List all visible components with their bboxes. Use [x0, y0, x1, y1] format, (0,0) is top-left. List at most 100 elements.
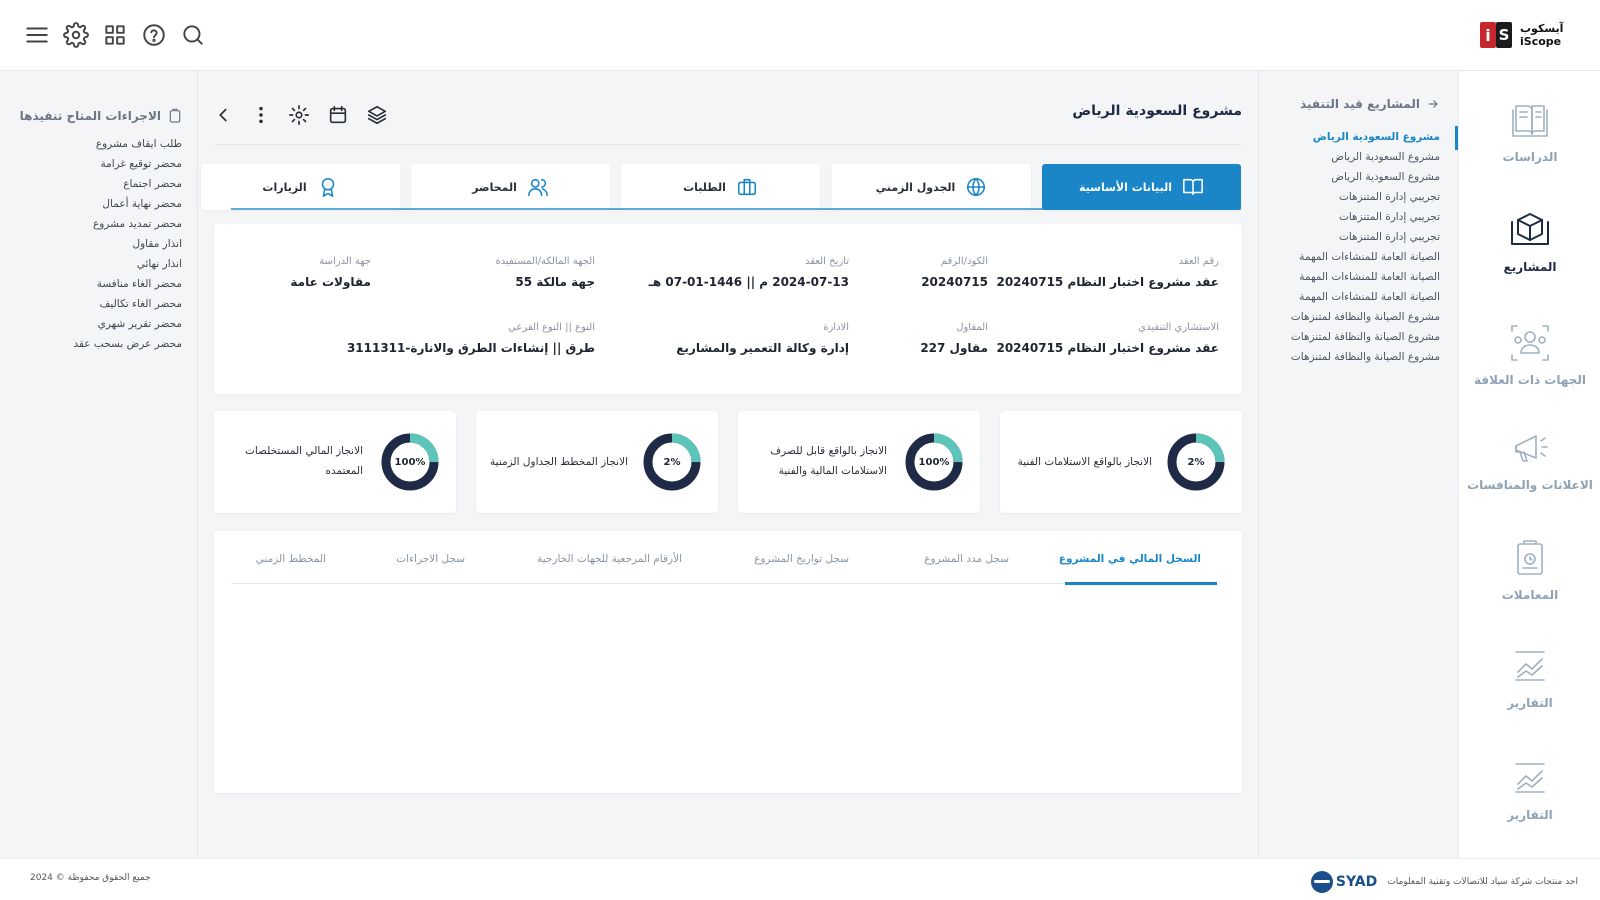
project-item[interactable]: مشروع الصيانة والنظافة لمتنزهات [1260, 327, 1440, 347]
rail-item-tenders[interactable]: الاعلانات والمنافسات [1459, 426, 1600, 492]
rail-item-reports[interactable]: التقارير [1459, 644, 1600, 710]
briefcase-icon [737, 178, 756, 196]
stat-label-line: الاستلامات المالية والفنية [778, 465, 887, 477]
field-label: الادارة [823, 322, 849, 333]
action-item[interactable]: طلب ايقاف مشروع [73, 138, 182, 158]
rail-item-studies[interactable]: الدراسات [1459, 98, 1600, 164]
footer-copyright: جميع الحقوق محفوظة © 2024 [30, 873, 151, 883]
field-value: 20240715 [921, 275, 988, 289]
log-tab-active-indicator [1065, 582, 1217, 585]
project-item[interactable]: تجريبي إدارة المتنزهات [1260, 227, 1440, 247]
field-value: مقاول 227 [920, 341, 988, 355]
arrow-right-icon [1428, 100, 1438, 108]
settings-gear-icon[interactable] [288, 104, 312, 128]
field-code: الكود/الرقم 20240715 [921, 256, 988, 289]
tabs-underline [231, 208, 1241, 210]
tab-schedule[interactable]: الجدول الزمني [832, 164, 1031, 210]
project-item[interactable]: مشروع الصيانة والنظافة لمتنزهات [1260, 307, 1440, 327]
project-item[interactable]: الصيانة العامة للمنشاءات المهمة [1260, 247, 1440, 267]
stat-label: الانجاز المخطط الجداول الزمنية [490, 456, 628, 468]
action-item[interactable]: محضر عرض بسحب عقد [73, 338, 182, 358]
actions-panel-title: الاجراءات المتاح تنفيذها [20, 108, 183, 124]
rail-label: الجهات ذات العلاقة [1473, 373, 1587, 387]
action-item[interactable]: محضر توقيع غرامة [73, 158, 182, 178]
field-label: الاستشاري التنفيذي [1138, 322, 1219, 333]
gear-icon[interactable] [63, 22, 89, 48]
award-icon [321, 177, 334, 197]
project-item[interactable]: مشروع السعودية الرياض [1260, 147, 1440, 167]
tab-minutes[interactable]: المحاضر [411, 164, 610, 210]
stat-label-line: الانجاز بالواقع قابل للصرف [770, 445, 887, 457]
footer: احد منتجات شركة سياد للاتصالات وتقنية ال… [0, 858, 1600, 900]
projects-panel-title[interactable]: المشاريع قيد التنفيذ [1300, 97, 1440, 111]
log-tab-procedures[interactable]: سجل الاجراءات [396, 553, 465, 565]
log-tab-timeline[interactable]: المخطط الزمني [256, 553, 326, 565]
project-item[interactable]: تجريبي إدارة المتنزهات [1260, 207, 1440, 227]
action-item[interactable]: محضر تمديد مشروع [73, 218, 182, 238]
people-icon [1508, 321, 1552, 365]
title-divider [214, 144, 1242, 145]
field-label: النوع || النوع الفرعي [508, 322, 595, 333]
log-tab-references[interactable]: الأرقام المرجعية للجهات الخارجية [537, 553, 682, 565]
box-icon [1508, 208, 1552, 252]
projects-list: مشروع السعودية الرياض مشروع السعودية الر… [1260, 127, 1440, 367]
progress-percent: 2% [663, 456, 681, 468]
project-item[interactable]: مشروع السعودية الرياض [1260, 127, 1440, 147]
log-tab-financial[interactable]: السجل المالي في المشروع [1059, 553, 1201, 565]
action-item[interactable]: محضر نهاية أعمال [73, 198, 182, 218]
progress-donut: 2% [642, 432, 702, 492]
syad-logo[interactable]: SYAD [1310, 871, 1377, 893]
rail-label: المشاريع [1503, 260, 1557, 274]
field-label: الجهة المالكة/المستفيدة [495, 256, 596, 267]
log-tab-dates[interactable]: سجل تواريخ المشروع [754, 553, 849, 565]
footer-company-text: احد منتجات شركة سياد للاتصالات وتقنية ال… [1387, 877, 1578, 887]
tab-basic-data[interactable]: البيانات الأساسية [1042, 164, 1241, 210]
stat-label-line: الانجاز المالي المستخلصات [244, 445, 363, 457]
project-info-card: رقم العقد عقد مشروع اختبار النظام 202407… [214, 224, 1242, 394]
rail-label: الاعلانات والمنافسات [1467, 478, 1593, 492]
log-tab-durations[interactable]: سجل مدد المشروع [924, 553, 1009, 565]
rail-label: المعاملات [1501, 588, 1559, 602]
help-icon[interactable] [141, 22, 167, 48]
projects-panel: المشاريع قيد التنفيذ مشروع السعودية الري… [1258, 71, 1458, 858]
menu-icon[interactable] [24, 22, 50, 48]
progress-percent: 2% [1187, 456, 1205, 468]
field-department: الادارة إدارة وكالة التعمير والمشاريع [676, 322, 849, 355]
calendar-icon[interactable] [327, 104, 351, 128]
users-icon [527, 178, 548, 197]
chevron-left-icon[interactable] [212, 104, 236, 128]
rail-label: التقارير [1507, 808, 1553, 822]
project-item[interactable]: تجريبي إدارة المتنزهات [1260, 187, 1440, 207]
action-item[interactable]: محضر اجتماع [73, 178, 182, 198]
action-item[interactable]: انذار نهائي [73, 258, 182, 278]
action-item[interactable]: محضر الغاء منافسة [73, 278, 182, 298]
field-label: المقاول [956, 322, 988, 333]
tab-requests[interactable]: الطلبات [621, 164, 820, 210]
project-item[interactable]: الصيانة العامة للمنشاءات المهمة [1260, 287, 1440, 307]
rail-item-stakeholders[interactable]: الجهات ذات العلاقة [1459, 321, 1600, 387]
layers-icon[interactable] [366, 104, 390, 128]
globe-logo-icon [1310, 871, 1333, 893]
project-item[interactable]: الصيانة العامة للمنشاءات المهمة [1260, 267, 1440, 287]
field-value: عقد مشروع اختبار النظام 20240715 [996, 341, 1219, 355]
project-item[interactable]: مشروع الصيانة والنظافة لمتنزهات [1260, 347, 1440, 367]
tab-visits[interactable]: الزيارات [201, 164, 400, 210]
stat-card-technical: 2% الانجاز بالواقع الاستلامات الفنية [1000, 411, 1242, 513]
action-item[interactable]: محضر تقرير شهري [73, 318, 182, 338]
project-item[interactable]: مشروع السعودية الرياض [1260, 167, 1440, 187]
rail-item-reports-2[interactable]: التقارير [1459, 756, 1600, 822]
grid-icon[interactable] [102, 22, 128, 48]
action-item[interactable]: محضر الغاء تكاليف [73, 298, 182, 318]
rail-label: التقارير [1507, 696, 1553, 710]
rail-item-transactions[interactable]: المعاملات [1459, 536, 1600, 602]
logo-mark-s: S [1496, 22, 1512, 48]
stat-label: الانجاز بالواقع قابل للصرف الاستلامات ال… [770, 441, 887, 481]
more-vertical-icon[interactable] [250, 104, 274, 128]
actions-list: طلب ايقاف مشروع محضر توقيع غرامة محضر اج… [73, 138, 182, 358]
rail-item-projects[interactable]: المشاريع [1459, 208, 1600, 274]
logo-mark-i: i [1480, 22, 1496, 48]
search-icon[interactable] [180, 22, 206, 48]
action-item[interactable]: انذار مقاول [73, 238, 182, 258]
brand-logo[interactable]: i S آيسكوب iScope [1480, 18, 1570, 52]
progress-percent: 100% [918, 456, 950, 468]
